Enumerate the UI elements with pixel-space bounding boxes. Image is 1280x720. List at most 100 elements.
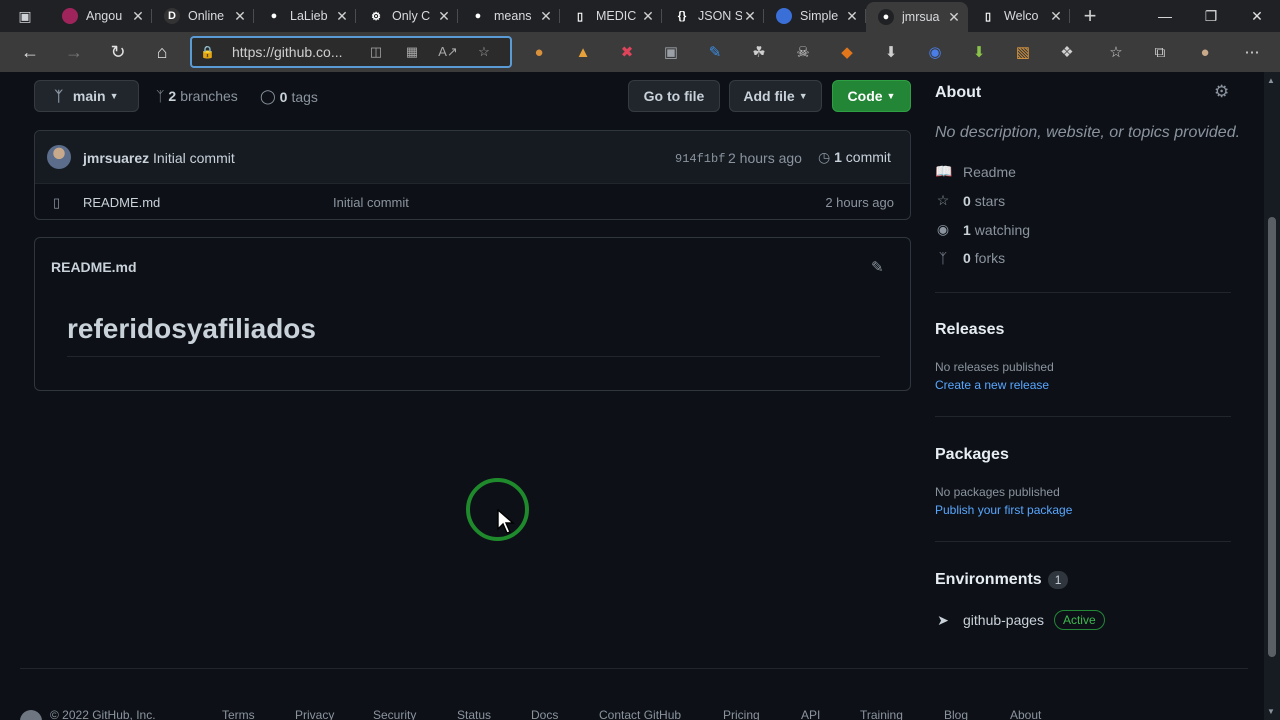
footer-link[interactable]: Security	[373, 708, 416, 720]
close-tab-icon[interactable]: ✕	[538, 8, 554, 25]
footer-link[interactable]: API	[801, 708, 820, 720]
puzzle-icon[interactable]: ☘	[737, 32, 781, 72]
footer-link[interactable]: Privacy	[295, 708, 334, 720]
chrome-icon[interactable]: ◉	[913, 32, 957, 72]
address-bar[interactable]: 🔒 https://github.co... ◫ ▦ A↗ ☆	[190, 36, 512, 68]
gear-icon[interactable]: ⚙	[1214, 82, 1229, 102]
tab-actions-icon[interactable]: ▣	[0, 0, 50, 32]
download-icon[interactable]: ⬇	[869, 32, 913, 72]
app-available-icon[interactable]: ◫	[358, 44, 394, 60]
favorites-icon[interactable]: ☆	[1094, 32, 1138, 72]
restore-icon[interactable]: ❐	[1188, 0, 1234, 32]
close-tab-icon[interactable]: ✕	[640, 8, 656, 25]
browser-tab[interactable]: ● LaLieb ✕	[254, 0, 356, 32]
footer-link[interactable]: Training	[860, 708, 903, 720]
close-window-icon[interactable]: ✕	[1234, 0, 1280, 32]
back-icon[interactable]: ←	[8, 32, 52, 72]
commit-history-link[interactable]: ◷ 1 commit	[818, 149, 891, 166]
page-scrollbar[interactable]: ▲ ▼	[1264, 72, 1280, 720]
close-tab-icon[interactable]: ✕	[130, 8, 146, 25]
packages-title[interactable]: Packages	[935, 446, 1009, 464]
watching-link[interactable]: ◉ 1 watching	[935, 221, 1030, 238]
minimize-icon[interactable]: —	[1142, 0, 1188, 32]
close-tab-icon[interactable]: ✕	[946, 9, 962, 26]
footer-link[interactable]: Docs	[531, 708, 558, 720]
home-icon[interactable]: ⌂	[140, 32, 184, 72]
close-tab-icon[interactable]: ✕	[232, 8, 248, 25]
tab-favicon-icon: ▯	[572, 8, 588, 24]
extensions-icon[interactable]: ❖	[1045, 32, 1089, 72]
commit-hash[interactable]: 914f1bf	[675, 152, 725, 166]
fox-icon[interactable]: ◆	[825, 32, 869, 72]
pen-icon[interactable]: ▲	[561, 32, 605, 72]
key-icon[interactable]: ✖	[605, 32, 649, 72]
scroll-up-icon[interactable]: ▲	[1267, 76, 1275, 85]
footer-link[interactable]: Contact GitHub	[599, 708, 681, 720]
releases-title[interactable]: Releases	[935, 321, 1004, 339]
branch-selector[interactable]: ᛉ main ▼	[34, 80, 139, 112]
scroll-down-icon[interactable]: ▼	[1267, 707, 1275, 716]
go-to-file-button[interactable]: Go to file	[628, 80, 720, 112]
profile-icon[interactable]: ●	[1183, 32, 1227, 72]
pencil-icon[interactable]: ✎	[693, 32, 737, 72]
more-icon[interactable]: ⋯	[1230, 32, 1274, 72]
footer-link[interactable]: Pricing	[723, 708, 760, 720]
collections-icon[interactable]: ⧉	[1138, 32, 1182, 72]
close-tab-icon[interactable]: ✕	[334, 8, 350, 25]
commit-author[interactable]: jmrsuarez	[83, 150, 149, 166]
browser-tab[interactable]: Angou ✕	[50, 0, 152, 32]
immersive-reader-icon[interactable]: ▦	[394, 44, 430, 60]
tab-title: LaLieb	[290, 9, 328, 23]
scrollbar-thumb[interactable]	[1268, 217, 1276, 657]
footer-link[interactable]: About	[1010, 708, 1041, 720]
browser-tab[interactable]: D Online ✕	[152, 0, 254, 32]
branches-link[interactable]: ᛉ 2 branches	[156, 88, 238, 104]
add-file-label: Add file	[743, 88, 795, 104]
browser-tab[interactable]: ● jmrsua ✕	[866, 2, 968, 32]
new-tab-button[interactable]: +	[1070, 3, 1110, 29]
avatar[interactable]	[47, 145, 71, 169]
browser-tab[interactable]: ▯ MEDIC ✕	[560, 0, 662, 32]
add-file-button[interactable]: Add file ▼	[729, 80, 822, 112]
tags-link[interactable]: ◯ 0 tags	[260, 88, 318, 105]
edit-pencil-icon[interactable]: ✎	[871, 258, 884, 276]
file-name[interactable]: README.md	[83, 195, 160, 210]
add-favorite-icon[interactable]: ☆	[466, 44, 502, 60]
cookie-icon[interactable]: ●	[517, 32, 561, 72]
create-release-link[interactable]: Create a new release	[935, 378, 1049, 392]
close-tab-icon[interactable]: ✕	[1048, 8, 1064, 25]
arrow-down-icon[interactable]: ⬇	[957, 32, 1001, 72]
browser-tab[interactable]: Simple ✕	[764, 0, 866, 32]
browser-tab[interactable]: ▯ Welco ✕	[968, 0, 1070, 32]
github-logo-icon[interactable]	[20, 710, 42, 720]
address-url[interactable]: https://github.co...	[232, 44, 358, 60]
close-tab-icon[interactable]: ✕	[742, 8, 758, 25]
close-tab-icon[interactable]: ✕	[436, 8, 452, 25]
skull-icon[interactable]: ☠	[781, 32, 825, 72]
browser-tab[interactable]: ⚙ Only C ✕	[356, 0, 458, 32]
file-row: ▯ README.md Initial commit 2 hours ago	[35, 184, 910, 220]
forks-link[interactable]: ᛉ 0 forks	[935, 250, 1005, 266]
forward-icon[interactable]: →	[52, 32, 96, 72]
stars-link[interactable]: ☆ 0 stars	[935, 192, 1005, 209]
browser-tab[interactable]: {} JSON S ✕	[662, 0, 764, 32]
footer-link[interactable]: Terms	[222, 708, 255, 720]
image-icon[interactable]: ▣	[649, 32, 693, 72]
environments-header[interactable]: Environments 1	[935, 571, 1069, 589]
footer-link[interactable]: Status	[457, 708, 491, 720]
readme-title[interactable]: README.md	[51, 259, 137, 275]
readme-link[interactable]: 📖 Readme	[935, 163, 1016, 180]
close-tab-icon[interactable]: ✕	[844, 8, 860, 25]
wallet-icon[interactable]: ▧	[1001, 32, 1045, 72]
refresh-icon[interactable]: ↻	[96, 32, 140, 72]
environment-item[interactable]: ➤ github-pages Active	[935, 610, 1105, 630]
code-button[interactable]: Code ▼	[832, 80, 911, 112]
commit-message[interactable]: Initial commit	[153, 150, 235, 166]
browser-tab[interactable]: ● means ✕	[458, 0, 560, 32]
footer-link[interactable]: Blog	[944, 708, 968, 720]
eye-icon: ◉	[936, 221, 950, 237]
read-aloud-icon[interactable]: A↗	[430, 44, 466, 60]
file-commit-message[interactable]: Initial commit	[333, 195, 409, 210]
lock-icon[interactable]: 🔒	[200, 45, 218, 59]
publish-package-link[interactable]: Publish your first package	[935, 503, 1072, 517]
